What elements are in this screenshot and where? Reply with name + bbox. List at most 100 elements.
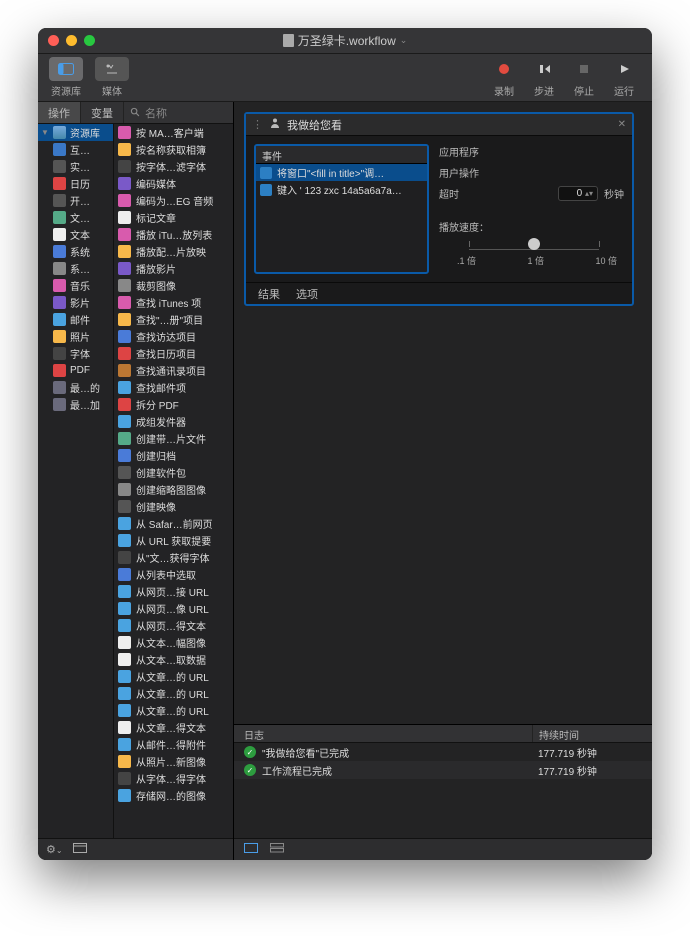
action-item[interactable]: 查找"…册"项目: [114, 311, 233, 328]
category-item[interactable]: 音乐: [38, 277, 113, 294]
log-col-duration[interactable]: 持续时间: [532, 725, 652, 742]
action-item[interactable]: 按名称获取相簿: [114, 141, 233, 158]
action-item[interactable]: 从照片…新图像: [114, 753, 233, 770]
event-row[interactable]: 键入 ' 123 zxc 14a5a6a7a…: [256, 181, 427, 198]
action-item[interactable]: 从网页…得文本: [114, 617, 233, 634]
action-item[interactable]: 从 Safar…前网页: [114, 515, 233, 532]
log-col-message[interactable]: 日志: [234, 725, 532, 742]
workflow-canvas[interactable]: ⋮ 我做给您看 ✕ 事件 将窗口"<fill in title>"调…键入 ' …: [234, 102, 652, 860]
action-item[interactable]: 按 MA…客户端: [114, 124, 233, 141]
action-item[interactable]: 播放配…片放映: [114, 243, 233, 260]
action-label: 从网页…接 URL: [136, 584, 209, 599]
view-list-icon[interactable]: [270, 843, 284, 856]
action-item[interactable]: 创建缩略图图像: [114, 481, 233, 498]
category-item[interactable]: ▼资源库: [38, 124, 113, 141]
action-icon: [118, 704, 131, 717]
action-item[interactable]: 从文章…的 URL: [114, 668, 233, 685]
events-table[interactable]: 事件 将窗口"<fill in title>"调…键入 ' 123 zxc 14…: [254, 144, 429, 274]
action-item[interactable]: 从列表中选取: [114, 566, 233, 583]
category-item[interactable]: 最…加: [38, 396, 113, 413]
category-item[interactable]: 影片: [38, 294, 113, 311]
action-item[interactable]: 从文本…取数据: [114, 651, 233, 668]
tab-variables[interactable]: 变量: [81, 102, 124, 123]
category-item[interactable]: PDF: [38, 362, 113, 379]
action-item[interactable]: 播放 iTu…放列表: [114, 226, 233, 243]
action-item[interactable]: 查找邮件项: [114, 379, 233, 396]
tab-actions[interactable]: 操作: [38, 102, 81, 123]
search-input[interactable]: 名称: [124, 102, 233, 123]
log-row[interactable]: ✓工作流程已完成177.719 秒钟: [234, 761, 652, 779]
speed-slider[interactable]: [469, 244, 599, 250]
card-close-button[interactable]: ✕: [618, 119, 626, 130]
title-chevron-icon[interactable]: ⌄: [400, 35, 408, 46]
action-item[interactable]: 按字体…滤字体: [114, 158, 233, 175]
stop-button[interactable]: [567, 57, 601, 81]
action-item[interactable]: 从"文…获得字体: [114, 549, 233, 566]
action-item[interactable]: 从文章…的 URL: [114, 702, 233, 719]
category-label: 系统: [70, 244, 90, 259]
category-item[interactable]: 系统: [38, 243, 113, 260]
category-item[interactable]: 最…的: [38, 379, 113, 396]
media-toggle[interactable]: [95, 57, 129, 81]
action-icon: [118, 483, 131, 496]
action-item[interactable]: 创建软件包: [114, 464, 233, 481]
category-item[interactable]: 文…: [38, 209, 113, 226]
category-item[interactable]: 实…: [38, 158, 113, 175]
view-single-icon[interactable]: [244, 843, 258, 856]
category-icon: [53, 262, 66, 275]
action-item[interactable]: 从文章…的 URL: [114, 685, 233, 702]
category-item[interactable]: 照片: [38, 328, 113, 345]
action-item[interactable]: 查找 iTunes 项: [114, 294, 233, 311]
options-tab[interactable]: 选项: [296, 286, 318, 302]
action-item[interactable]: 从文章…得文本: [114, 719, 233, 736]
category-item[interactable]: 互…: [38, 141, 113, 158]
timeout-stepper[interactable]: 0 ▴▾: [558, 186, 598, 201]
results-tab[interactable]: 结果: [258, 286, 280, 302]
run-button[interactable]: [607, 57, 641, 81]
action-item[interactable]: 从文本…幅图像: [114, 634, 233, 651]
step-button[interactable]: [527, 57, 561, 81]
category-list[interactable]: ▼资源库互…实…日历开…文…文本系统系…音乐影片邮件照片字体PDF最…的最…加: [38, 124, 114, 838]
action-item[interactable]: 裁剪图像: [114, 277, 233, 294]
log-row[interactable]: ✓"我做给您看"已完成177.719 秒钟: [234, 743, 652, 761]
gear-icon[interactable]: ⚙︎⌄: [46, 843, 63, 856]
action-item[interactable]: 编码为…EG 音频: [114, 192, 233, 209]
record-button[interactable]: [487, 57, 521, 81]
action-watch-me-do[interactable]: ⋮ 我做给您看 ✕ 事件 将窗口"<fill in title>"调…键入 ' …: [244, 112, 634, 306]
category-item[interactable]: 字体: [38, 345, 113, 362]
action-item[interactable]: 从 URL 获取提要: [114, 532, 233, 549]
action-item[interactable]: 从网页…接 URL: [114, 583, 233, 600]
action-item[interactable]: 创建映像: [114, 498, 233, 515]
disclosure-icon[interactable]: ▼: [41, 128, 49, 137]
action-item[interactable]: 查找日历项目: [114, 345, 233, 362]
category-label: 邮件: [70, 312, 90, 327]
category-label: 开…: [70, 193, 90, 208]
expand-icon[interactable]: [73, 843, 87, 856]
category-item[interactable]: 文本: [38, 226, 113, 243]
action-item[interactable]: 从字体…得字体: [114, 770, 233, 787]
action-icon: [118, 279, 131, 292]
library-toggle[interactable]: [49, 57, 83, 81]
event-row[interactable]: 将窗口"<fill in title>"调…: [256, 164, 427, 181]
action-item[interactable]: 成组发件器: [114, 413, 233, 430]
action-item[interactable]: 查找访达项目: [114, 328, 233, 345]
action-item[interactable]: 从邮件…得附件: [114, 736, 233, 753]
action-item[interactable]: 播放影片: [114, 260, 233, 277]
action-list[interactable]: 按 MA…客户端按名称获取相簿按字体…滤字体编码媒体编码为…EG 音频标记文章播…: [114, 124, 233, 838]
action-icon: [118, 211, 131, 224]
action-item[interactable]: 创建带…片文件: [114, 430, 233, 447]
action-item[interactable]: 创建归档: [114, 447, 233, 464]
action-item[interactable]: 标记文章: [114, 209, 233, 226]
category-item[interactable]: 邮件: [38, 311, 113, 328]
action-item[interactable]: 拆分 PDF: [114, 396, 233, 413]
category-label: 照片: [70, 329, 90, 344]
action-item[interactable]: 从网页…像 URL: [114, 600, 233, 617]
category-item[interactable]: 日历: [38, 175, 113, 192]
action-item[interactable]: 存储网…的图像: [114, 787, 233, 804]
grip-icon[interactable]: ⋮: [252, 118, 263, 131]
category-item[interactable]: 开…: [38, 192, 113, 209]
action-item[interactable]: 查找通讯录项目: [114, 362, 233, 379]
action-label: 拆分 PDF: [136, 397, 179, 412]
action-item[interactable]: 编码媒体: [114, 175, 233, 192]
category-item[interactable]: 系…: [38, 260, 113, 277]
